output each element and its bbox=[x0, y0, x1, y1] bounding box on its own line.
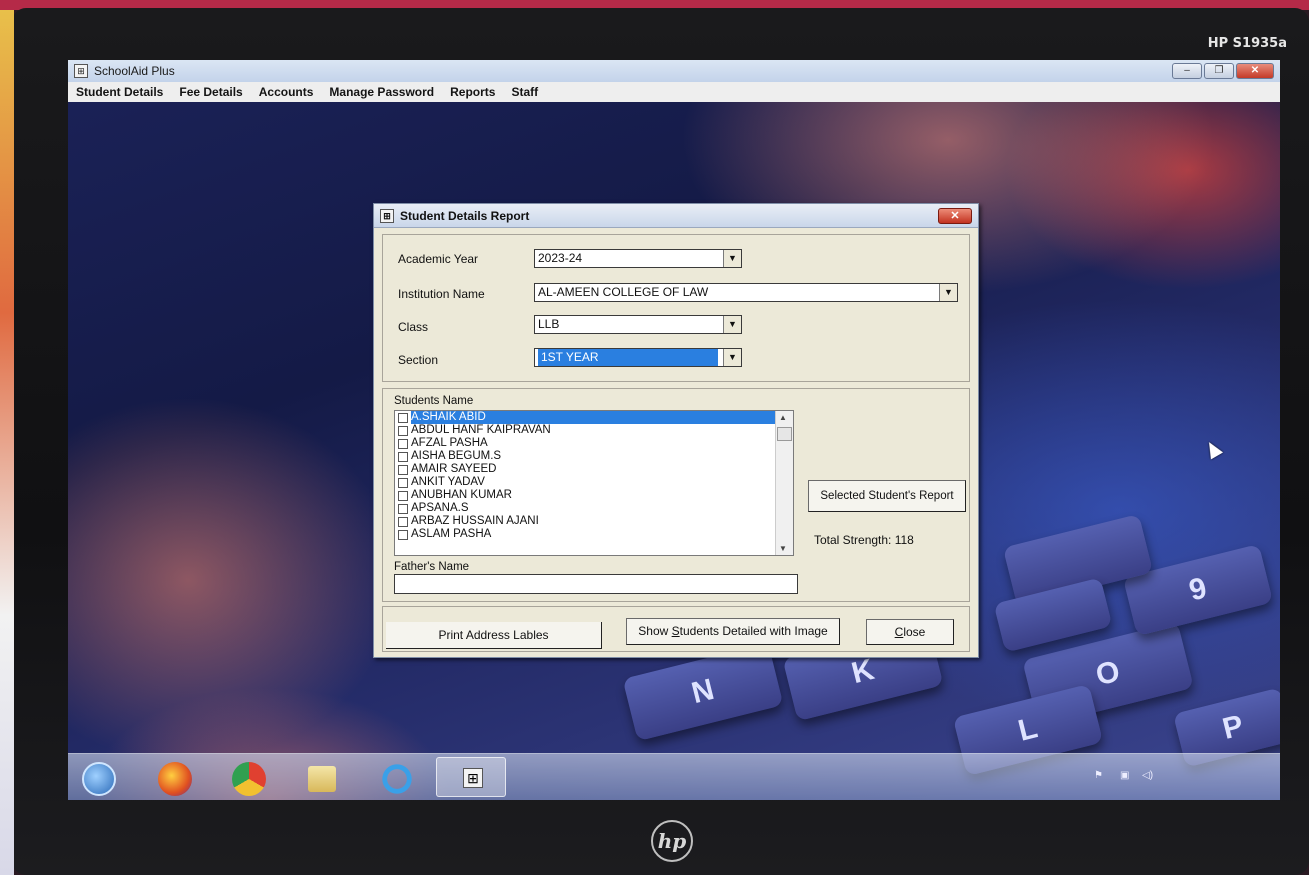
show-label-part: Show bbox=[638, 624, 672, 638]
minimize-button[interactable]: – bbox=[1172, 63, 1202, 79]
chrome-icon[interactable] bbox=[232, 762, 266, 796]
scroll-up-icon[interactable]: ▲ bbox=[779, 413, 787, 422]
menu-student-details[interactable]: Student Details bbox=[68, 85, 171, 99]
monitor-model-label: HP S1935a bbox=[1207, 36, 1287, 51]
chevron-down-icon[interactable]: ▼ bbox=[723, 349, 741, 366]
total-strength: Total Strength: 118 bbox=[814, 533, 914, 547]
chevron-down-icon[interactable]: ▼ bbox=[723, 250, 741, 267]
print-address-labels-button[interactable]: Print Address Lables bbox=[386, 622, 602, 649]
class-select[interactable]: LLB ▼ bbox=[534, 315, 742, 334]
list-item[interactable]: ARBAZ HUSSAIN AJANI bbox=[395, 515, 793, 528]
chevron-down-icon[interactable]: ▼ bbox=[939, 284, 957, 301]
internet-explorer-icon[interactable] bbox=[380, 762, 414, 796]
checkbox[interactable] bbox=[398, 464, 408, 475]
student-details-report-dialog: ⊞ Student Details Report ✕ Academic Year… bbox=[373, 203, 979, 658]
menubar: Student Details Fee Details Accounts Man… bbox=[68, 82, 1280, 102]
network-icon[interactable]: ▣ bbox=[1120, 770, 1129, 781]
student-name: A.SHAIK ABID bbox=[411, 411, 793, 424]
close-label-part: lose bbox=[903, 625, 926, 639]
student-name: AFZAL PASHA bbox=[411, 437, 488, 449]
list-item[interactable]: ANUBHAN KUMAR bbox=[395, 489, 793, 502]
flag-icon[interactable]: ⚑ bbox=[1094, 770, 1103, 781]
class-value: LLB bbox=[538, 317, 560, 331]
clock[interactable] bbox=[1190, 762, 1260, 792]
hp-logo: hp bbox=[651, 820, 693, 862]
fathers-name-field[interactable] bbox=[394, 574, 798, 594]
fathers-name-label: Father's Name bbox=[394, 561, 470, 573]
academic-year-value: 2023-24 bbox=[538, 251, 583, 265]
checkbox[interactable] bbox=[398, 477, 408, 488]
student-name: ANKIT YADAV bbox=[411, 476, 485, 488]
close-button[interactable]: Close bbox=[866, 619, 954, 645]
student-name: ARBAZ HUSSAIN AJANI bbox=[411, 515, 539, 527]
app-titlebar: ⊞ SchoolAid Plus – ❐ ✕ bbox=[68, 60, 1280, 82]
section-label: Section bbox=[398, 353, 439, 367]
student-name: AISHA BEGUM.S bbox=[411, 450, 502, 462]
system-tray: ⚑ ▣ ◁) bbox=[1080, 754, 1280, 800]
schoolaid-icon: ⊞ bbox=[463, 768, 483, 788]
student-name: ANUBHAN KUMAR bbox=[411, 489, 512, 501]
window-controls: – ❐ ✕ bbox=[1172, 63, 1274, 79]
checkbox[interactable] bbox=[398, 503, 408, 514]
show-label-part: tudents Detailed with Image bbox=[679, 624, 828, 638]
close-app-button[interactable]: ✕ bbox=[1236, 63, 1274, 79]
dialog-titlebar: ⊞ Student Details Report bbox=[374, 204, 978, 228]
section-select[interactable]: 1ST YEAR ▼ bbox=[534, 348, 742, 367]
show-label-accesskey: S bbox=[671, 624, 680, 638]
academic-year-label: Academic Year bbox=[398, 252, 479, 266]
checkbox[interactable] bbox=[398, 412, 408, 423]
list-item[interactable]: ABDUL HANF KAIPRAVAN bbox=[395, 424, 793, 437]
institution-name-label: Institution Name bbox=[398, 287, 485, 301]
section-value: 1ST YEAR bbox=[538, 349, 718, 366]
file-explorer-icon[interactable] bbox=[308, 766, 336, 792]
checkbox[interactable] bbox=[398, 490, 408, 501]
photo-edge bbox=[0, 10, 14, 875]
restore-button[interactable]: ❐ bbox=[1204, 63, 1234, 79]
checkbox[interactable] bbox=[398, 529, 408, 540]
chevron-down-icon[interactable]: ▼ bbox=[723, 316, 741, 333]
student-name: APSANA.S bbox=[411, 502, 469, 514]
class-label: Class bbox=[398, 320, 429, 334]
academic-year-select[interactable]: 2023-24 ▼ bbox=[534, 249, 742, 268]
taskbar: ⊞ ⚑ ▣ ◁) bbox=[68, 753, 1280, 800]
scroll-down-icon[interactable]: ▼ bbox=[779, 544, 787, 553]
menu-reports[interactable]: Reports bbox=[442, 85, 503, 99]
list-item[interactable]: APSANA.S bbox=[395, 502, 793, 515]
institution-name-value: AL-AMEEN COLLEGE OF LAW bbox=[538, 285, 709, 299]
volume-icon[interactable]: ◁) bbox=[1142, 770, 1153, 781]
app-icon: ⊞ bbox=[74, 64, 88, 78]
list-item[interactable]: AISHA BEGUM.S bbox=[395, 450, 793, 463]
scroll-thumb[interactable] bbox=[777, 427, 792, 441]
menu-fee-details[interactable]: Fee Details bbox=[171, 85, 250, 99]
screen: N K O L 9 P ⊞ SchoolAid Plus – ❐ ✕ Stude… bbox=[68, 60, 1280, 800]
menu-manage-password[interactable]: Manage Password bbox=[321, 85, 442, 99]
checkbox[interactable] bbox=[398, 438, 408, 449]
dialog-title: Student Details Report bbox=[400, 208, 530, 223]
show-students-detailed-button[interactable]: Show Students Detailed with Image bbox=[626, 618, 840, 645]
students-list[interactable]: A.SHAIK ABID ABDUL HANF KAIPRAVAN AFZAL … bbox=[394, 410, 794, 556]
students-name-label: Students Name bbox=[394, 395, 474, 407]
menu-accounts[interactable]: Accounts bbox=[251, 85, 322, 99]
checkbox[interactable] bbox=[398, 516, 408, 527]
list-item[interactable]: ASLAM PASHA bbox=[395, 528, 793, 541]
institution-name-select[interactable]: AL-AMEEN COLLEGE OF LAW ▼ bbox=[534, 283, 958, 302]
checkbox[interactable] bbox=[398, 451, 408, 462]
schoolaid-taskbar-button[interactable]: ⊞ bbox=[436, 757, 506, 797]
selected-students-report-button[interactable]: Selected Student's Report bbox=[808, 480, 966, 512]
app-title: SchoolAid Plus bbox=[94, 64, 175, 78]
list-item[interactable]: AMAIR SAYEED bbox=[395, 463, 793, 476]
student-name: ABDUL HANF KAIPRAVAN bbox=[411, 424, 551, 436]
dialog-close-icon[interactable]: ✕ bbox=[938, 208, 972, 224]
checkbox[interactable] bbox=[398, 425, 408, 436]
list-item[interactable]: ANKIT YADAV bbox=[395, 476, 793, 489]
start-button-icon[interactable] bbox=[82, 762, 116, 796]
dialog-icon: ⊞ bbox=[380, 208, 394, 223]
student-name: AMAIR SAYEED bbox=[411, 463, 497, 475]
list-scrollbar[interactable]: ▲ ▼ bbox=[775, 411, 793, 555]
menu-staff[interactable]: Staff bbox=[503, 85, 546, 99]
firefox-icon[interactable] bbox=[158, 762, 192, 796]
list-item[interactable]: AFZAL PASHA bbox=[395, 437, 793, 450]
student-name: ASLAM PASHA bbox=[411, 528, 492, 540]
list-item[interactable]: A.SHAIK ABID bbox=[395, 411, 793, 424]
